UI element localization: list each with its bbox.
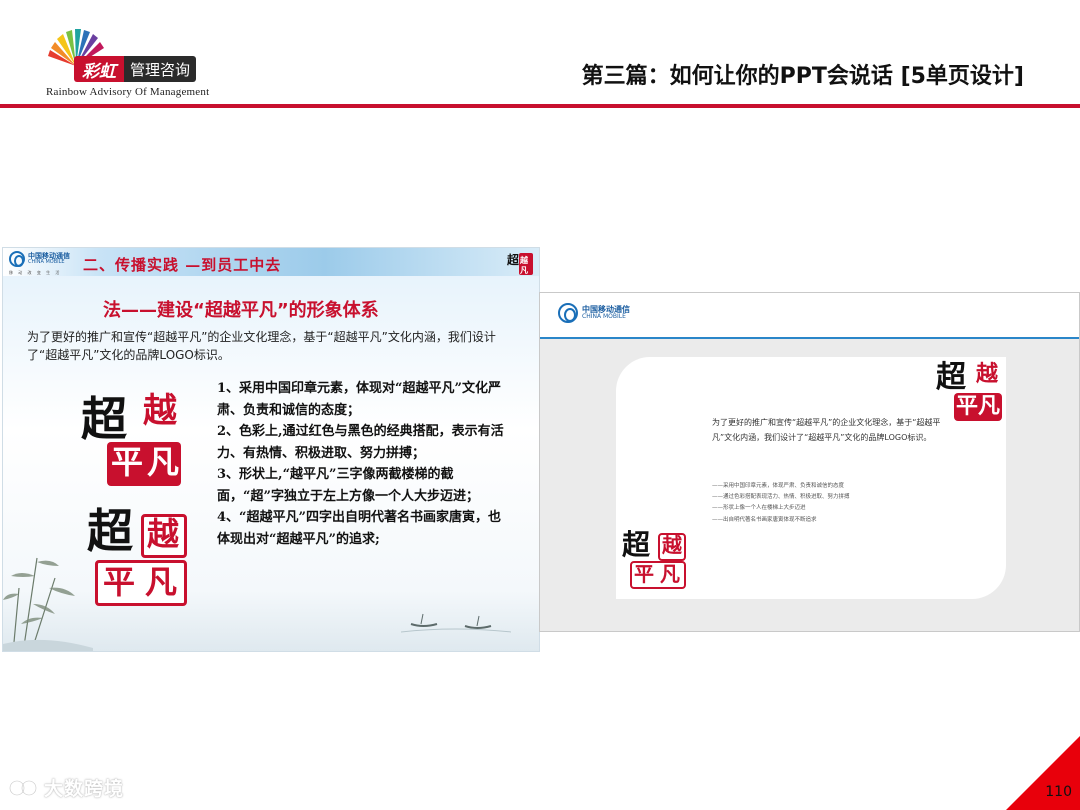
- seal-char-ping: 平: [956, 393, 979, 419]
- slide-point-4: ——出自明代著名书画家唐寅体现不断追求: [712, 516, 817, 523]
- bamboo-illustration: [3, 557, 93, 651]
- seal-char-ping: 平: [103, 563, 136, 601]
- seal-char-chao: 超: [622, 528, 651, 561]
- seal-char-chao: 超: [87, 504, 133, 558]
- china-mobile-logo: 中国移动通信 CHINA MOBILE: [558, 303, 630, 323]
- logo-subtitle: Rainbow Advisory Of Management: [46, 86, 210, 98]
- seal-char-ping: 平: [111, 443, 144, 481]
- chaoyue-seal-logo-2: 超 越 平 凡: [85, 506, 195, 610]
- seal-char-ping: 平: [634, 562, 654, 586]
- header-divider: [0, 104, 1080, 108]
- content-card: 为了更好的推广和宣传“超越平凡”的企业文化理念，基于“超越平凡”文化内涵，我们设…: [616, 357, 1006, 599]
- slide-point-1: 1、采用中国印章元素，体现对“超越平凡”文化严肃、负责和诚信的态度；: [217, 381, 502, 418]
- redesigned-slide-thumbnail: 中国移动通信 CHINA MOBILE 为了更好的推广和宣传“超越平凡”的企业文…: [539, 292, 1080, 632]
- china-mobile-icon: [558, 303, 578, 323]
- svg-text:超: 超: [506, 252, 520, 267]
- svg-text:凡: 凡: [520, 265, 528, 275]
- boats-illustration: [401, 613, 511, 633]
- page-title: 第三篇：如何让你的PPT会说话 [5单页设计]: [581, 64, 1024, 89]
- slide-section-heading: 二、传播实践 —到员工中去: [83, 256, 282, 274]
- seal-char-fan: 凡: [145, 563, 178, 601]
- watermark-text: 大数跨境: [44, 778, 125, 800]
- slide-points-list: 1、采用中国印章元素，体现对“超越平凡”文化严肃、负责和诚信的态度； 2、色彩上…: [217, 378, 513, 550]
- chaoyue-seal-logo-1: 超 越 平 凡: [79, 386, 189, 492]
- logo-badge: 彩虹 管理咨询: [74, 56, 197, 82]
- china-mobile-name-en: CHINA MOBILE: [582, 313, 626, 321]
- company-logo: 彩虹 管理咨询 Rainbow Advisory Of Management: [28, 20, 228, 102]
- slide-intro-text: 为了更好的推广和宣传“超越平凡”的企业文化理念，基于“超越平凡”文化内涵，我们设…: [712, 418, 941, 442]
- china-mobile-name-en: CHINA MOBILE: [28, 259, 65, 265]
- logo-name-text: 管理咨询: [124, 56, 197, 82]
- china-mobile-logo: 中国移动通信 CHINA MOBILE: [9, 251, 70, 267]
- slide-header-line: [540, 337, 1079, 339]
- slide-title: 法——建设“超越平凡”的形象体系: [103, 300, 379, 321]
- seal-char-chao: 超: [936, 360, 966, 395]
- seal-char-fan: 凡: [147, 443, 180, 481]
- seal-char-yue: 越: [976, 361, 999, 387]
- original-slide-thumbnail: 中国移动通信 CHINA MOBILE 移 动 改 变 生 活 二、传播实践 —…: [2, 247, 540, 652]
- watermark: 大数跨境: [8, 774, 124, 801]
- logo-brand-text: 彩虹: [74, 56, 124, 82]
- chaoyue-seal-logo-bottom: 超 越 平 凡: [622, 529, 688, 591]
- slide-point-3: ——形状上像一个人在楼梯上大步迈进: [712, 505, 806, 512]
- seal-char-yue: 越: [662, 533, 682, 557]
- watermark-logo-icon: [8, 779, 38, 796]
- slide-point-2: ——通过色彩搭配表现活力、热情、积极进取、努力拼搏: [712, 494, 850, 501]
- seal-char-yue: 越: [147, 515, 180, 553]
- slide-point-4: 4、“超越平凡”四字出自明代著名书画家唐寅，也体现出对“超越平凡”的追求;: [217, 510, 502, 547]
- seal-char-fan: 凡: [978, 393, 1001, 419]
- chaoyue-seal-icon: 超 越 凡: [506, 252, 533, 275]
- china-mobile-tagline: 移 动 改 变 生 活: [9, 270, 62, 275]
- slide-point-3: 3、形状上,“越平凡”三字像两截楼梯的截面，“超”字独立于左上方像一个人大步迈进…: [217, 467, 479, 504]
- chaoyue-seal-logo-top: 超 越 平 凡: [934, 361, 1006, 423]
- seal-char-fan: 凡: [660, 562, 680, 586]
- china-mobile-icon: [9, 251, 25, 267]
- slide-point-1: ——采用中国印章元素，体现严肃、负责和诚信的态度: [712, 483, 845, 489]
- slide-point-2: 2、色彩上,通过红色与黑色的经典搭配，表示有活力、有热情、积极进取、努力拼搏；: [217, 424, 504, 461]
- slide-intro-text: 为了更好的推广和宣传“超越平凡”的企业文化理念，基于“超越平凡”文化内涵，我们设…: [27, 330, 496, 362]
- seal-char-chao: 超: [81, 392, 127, 446]
- page-number: 110: [1045, 784, 1072, 800]
- svg-text:越: 越: [519, 255, 529, 265]
- seal-char-yue: 越: [143, 391, 177, 431]
- slide-points-list: ——采用中国印章元素，体现严肃、负责和诚信的态度 ——通过色彩搭配表现活力、热情…: [712, 481, 932, 526]
